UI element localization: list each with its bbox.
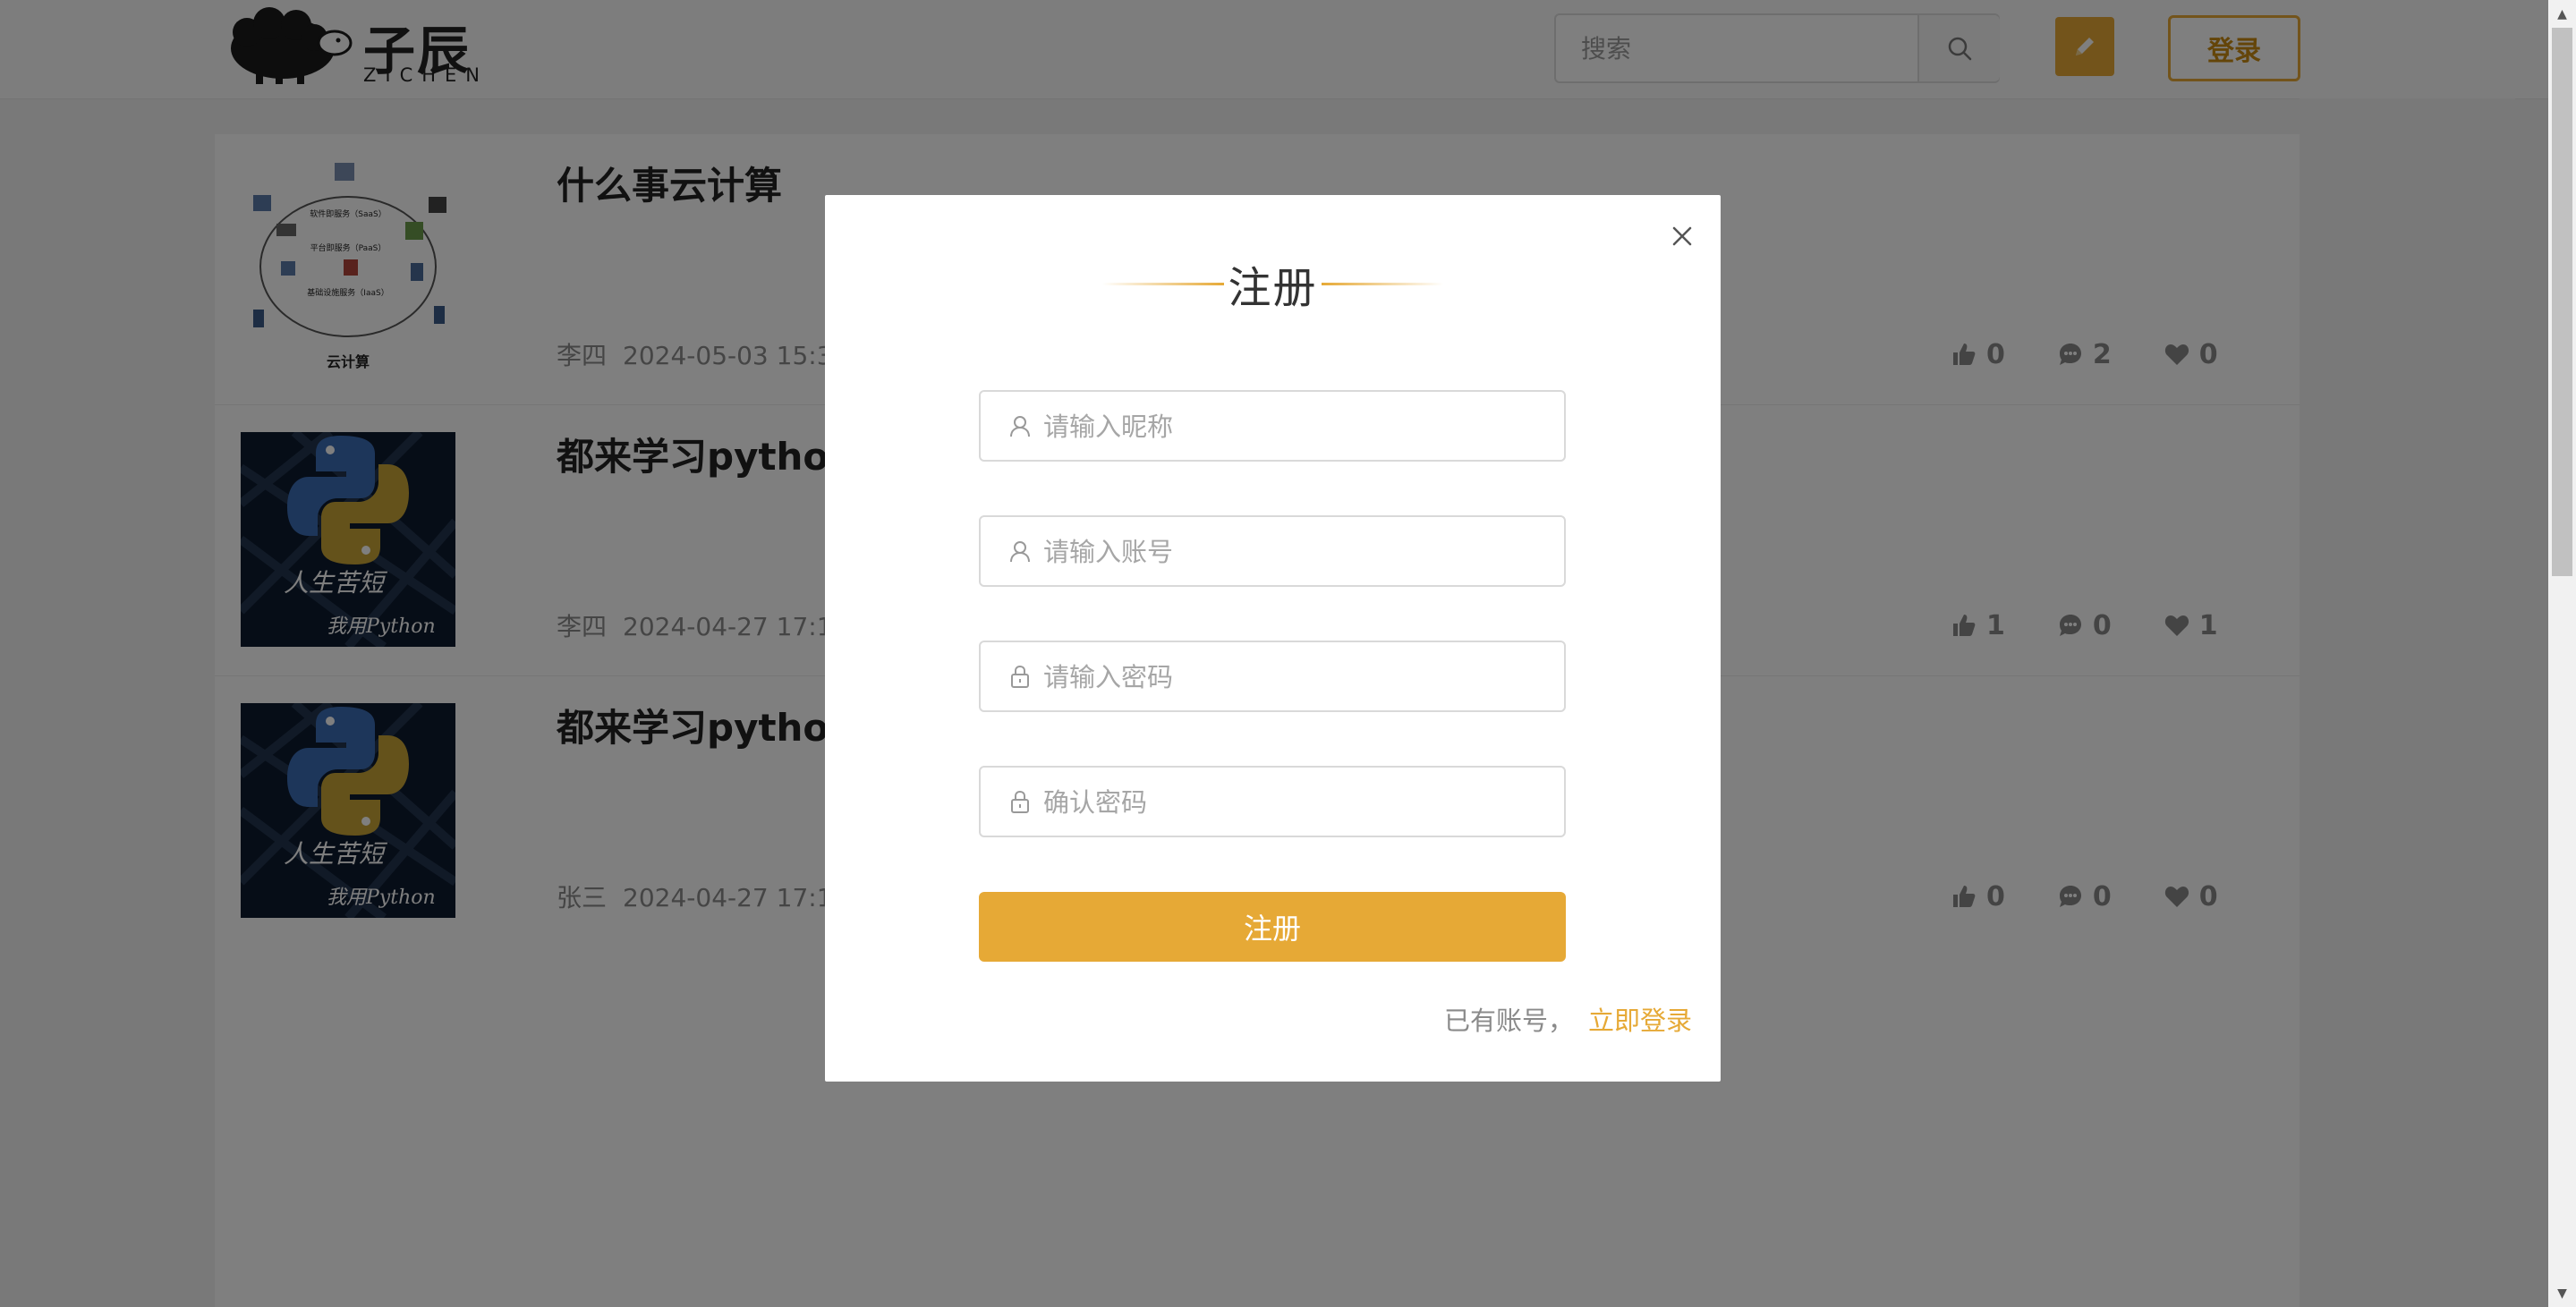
user-icon <box>1007 539 1033 564</box>
account-field <box>979 515 1566 587</box>
close-button[interactable] <box>1664 218 1700 254</box>
page-scrollbar[interactable]: ▲ ▼ <box>2548 0 2576 1307</box>
confirm-password-input[interactable] <box>1041 768 1555 837</box>
confirm-password-field <box>979 766 1566 837</box>
title-divider-left <box>1102 282 1225 285</box>
scroll-down-arrow-icon[interactable]: ▼ <box>2548 1279 2576 1307</box>
lock-icon <box>1007 664 1033 689</box>
have-account-hint: 已有账号， <box>1443 1006 1574 1036</box>
nickname-input[interactable] <box>1041 392 1555 462</box>
user-icon <box>1007 413 1033 438</box>
title-divider-right <box>1321 282 1443 285</box>
dialog-title: 注册 <box>1228 263 1318 313</box>
lock-icon <box>1007 789 1033 814</box>
password-input[interactable] <box>1041 642 1555 712</box>
register-submit-button[interactable]: 注册 <box>979 892 1566 962</box>
nickname-field <box>979 390 1566 462</box>
login-now-link[interactable]: 立即登录 <box>1588 1006 1692 1036</box>
scroll-up-arrow-icon[interactable]: ▲ <box>2548 0 2576 28</box>
dialog-header: 注册 <box>825 252 1721 315</box>
register-dialog: 注册 注册 已有账号， 立即登录 <box>825 195 1721 1082</box>
close-icon <box>1672 226 1692 246</box>
scrollbar-thumb[interactable] <box>2552 28 2572 576</box>
password-field <box>979 641 1566 712</box>
switch-to-login-row: 已有账号， 立即登录 <box>1444 1000 1692 1038</box>
account-input[interactable] <box>1041 517 1555 587</box>
